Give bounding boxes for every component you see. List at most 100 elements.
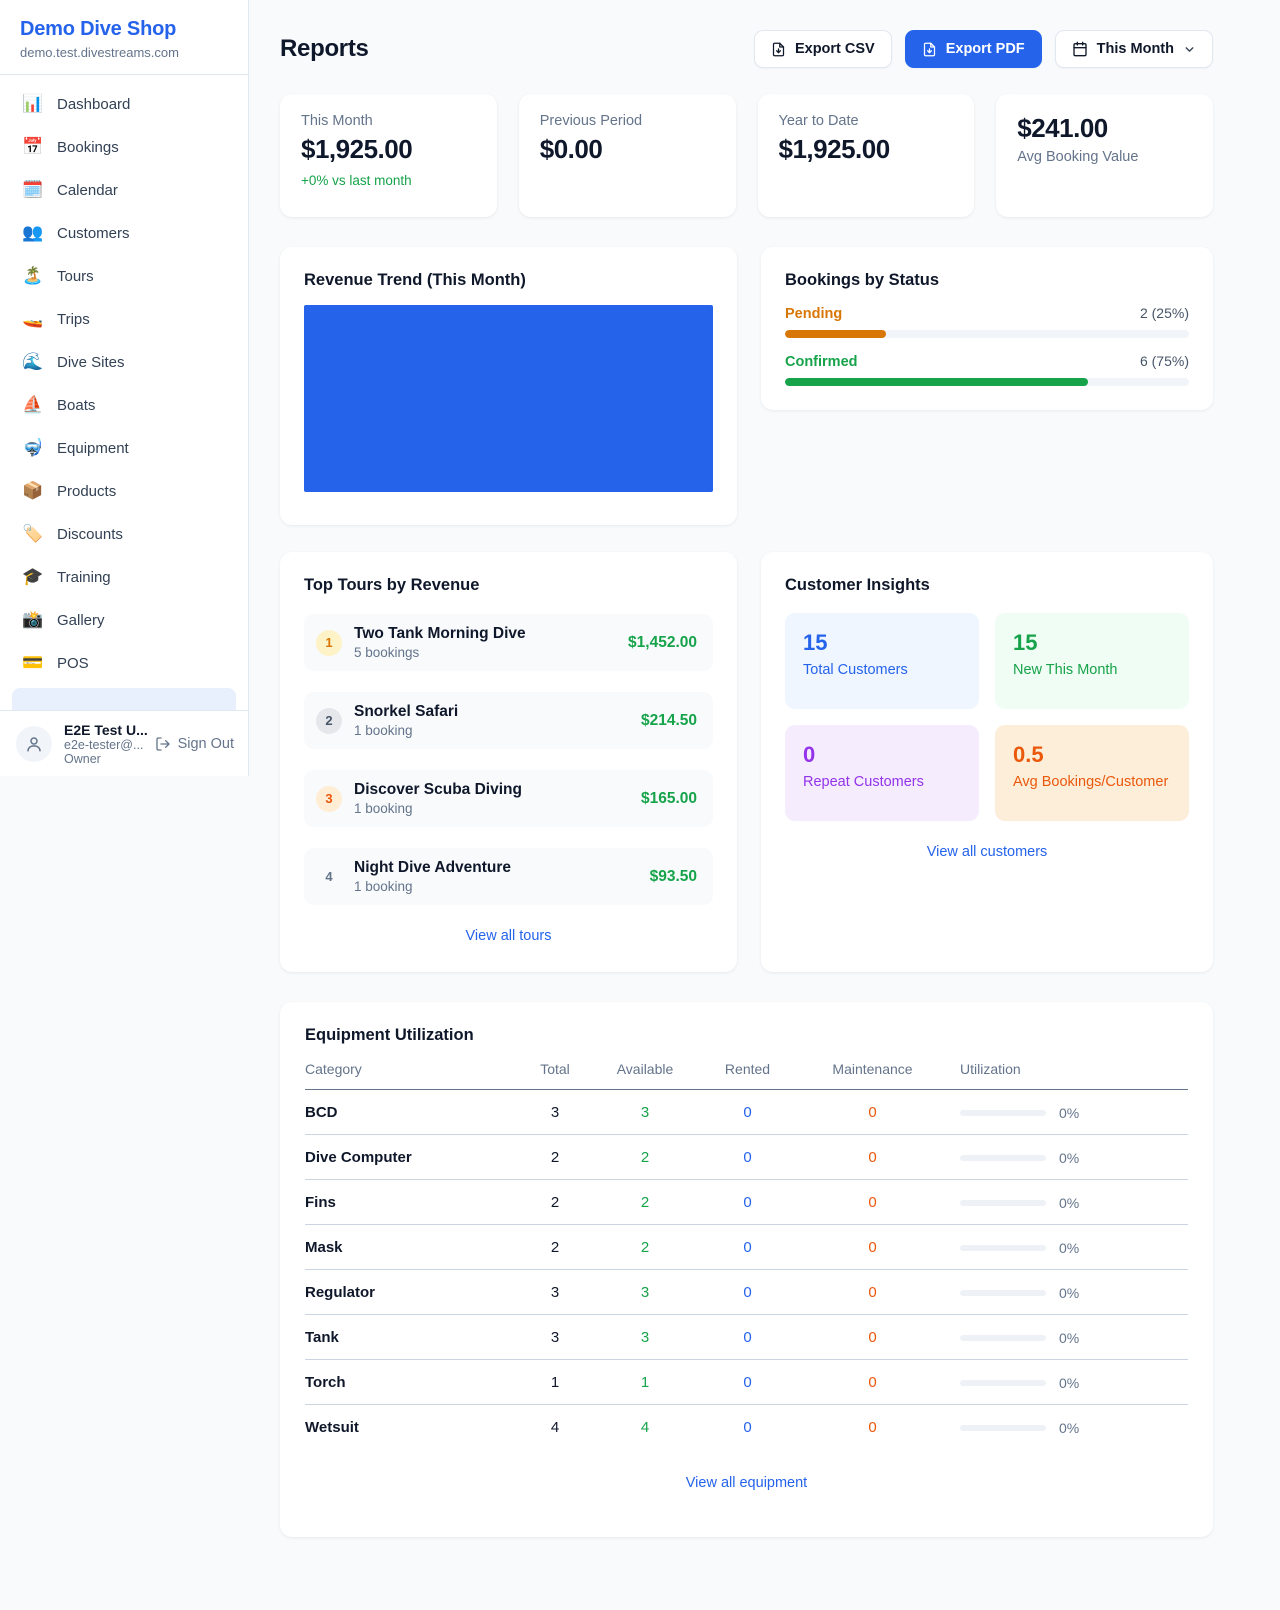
- stat-value: $1,925.00: [301, 134, 476, 165]
- sidebar-item[interactable]: 🤿 Equipment: [12, 429, 236, 467]
- equipment-category: Dive Computer: [305, 1135, 520, 1180]
- col-available: Available: [590, 1061, 700, 1090]
- stat-value: $0.00: [540, 134, 715, 165]
- sidebar-item[interactable]: 📅 Bookings: [12, 128, 236, 166]
- file-download-icon: [771, 42, 786, 57]
- person-icon: [25, 735, 43, 753]
- page-header: Reports Export CSV Export PDF This Month: [280, 30, 1213, 68]
- sidebar-item[interactable]: 🗓️ Calendar: [12, 171, 236, 209]
- equipment-available: 2: [590, 1135, 700, 1180]
- tour-row[interactable]: 4 Night Dive Adventure 1 booking $93.50: [304, 848, 713, 905]
- sidebar-item[interactable]: 📸 Gallery: [12, 601, 236, 639]
- utilization-progress-track: [960, 1380, 1046, 1386]
- insight-tile: 15 Total Customers: [785, 613, 979, 709]
- view-all-customers-link[interactable]: View all customers: [785, 844, 1189, 860]
- utilization-percent: 0%: [1059, 1195, 1079, 1211]
- equipment-table: Category Total Available Rented Maintena…: [305, 1061, 1188, 1449]
- export-csv-button[interactable]: Export CSV: [754, 30, 892, 68]
- equipment-rented: 0: [700, 1405, 795, 1450]
- revenue-trend-title: Revenue Trend (This Month): [304, 271, 713, 290]
- insight-label: Total Customers: [803, 662, 961, 678]
- sidebar-item-label: Gallery: [57, 612, 105, 629]
- shop-name: Demo Dive Shop: [20, 18, 228, 41]
- tour-name: Night Dive Adventure: [354, 859, 638, 877]
- sidebar-item[interactable]: 📊 Dashboard: [12, 85, 236, 123]
- insight-label: Avg Bookings/Customer: [1013, 774, 1171, 790]
- sidebar-item[interactable]: 🏷️ Discounts: [12, 515, 236, 553]
- tour-meta: Night Dive Adventure 1 booking: [354, 859, 638, 894]
- sidebar-item-icon: 🏝️: [22, 266, 44, 286]
- utilization-progress-track: [960, 1110, 1046, 1116]
- col-maintenance: Maintenance: [795, 1061, 950, 1090]
- sign-out-button[interactable]: Sign Out: [155, 736, 234, 752]
- period-selector[interactable]: This Month: [1055, 30, 1213, 68]
- active-nav-item-partial[interactable]: [12, 688, 236, 710]
- main-content: Reports Export CSV Export PDF This Month: [280, 0, 1213, 1537]
- sidebar-item[interactable]: 🌊 Dive Sites: [12, 343, 236, 381]
- sidebar-item[interactable]: 💳 POS: [12, 644, 236, 682]
- sidebar-item-icon: 👥: [22, 223, 44, 243]
- sidebar-item-icon: 🌊: [22, 352, 44, 372]
- utilization-percent: 0%: [1059, 1330, 1079, 1346]
- insight-tile: 15 New This Month: [995, 613, 1189, 709]
- sidebar-item-icon: 🤿: [22, 438, 44, 458]
- rank-badge: 4: [316, 864, 342, 890]
- bookings-by-status-title: Bookings by Status: [785, 271, 1189, 290]
- equipment-category: BCD: [305, 1090, 520, 1135]
- equipment-category: Torch: [305, 1360, 520, 1405]
- equipment-available: 2: [590, 1225, 700, 1270]
- utilization-percent: 0%: [1059, 1150, 1079, 1166]
- col-utilization: Utilization: [950, 1061, 1188, 1090]
- view-all-tours-link[interactable]: View all tours: [304, 928, 713, 944]
- equipment-maintenance: 0: [795, 1225, 950, 1270]
- equipment-available: 3: [590, 1315, 700, 1360]
- insight-tiles: 15 Total Customers 15 New This Month 0 R…: [785, 613, 1189, 821]
- sidebar-item[interactable]: ⛵ Boats: [12, 386, 236, 424]
- customer-insights-title: Customer Insights: [785, 576, 1189, 595]
- utilization-cell: 0%: [950, 1150, 1188, 1166]
- tour-row[interactable]: 1 Two Tank Morning Dive 5 bookings $1,45…: [304, 614, 713, 671]
- sidebar-item-label: POS: [57, 655, 89, 672]
- sidebar-item[interactable]: 🚤 Trips: [12, 300, 236, 338]
- utilization-cell: 0%: [950, 1195, 1188, 1211]
- sidebar-item[interactable]: 🎓 Training: [12, 558, 236, 596]
- tour-row[interactable]: 3 Discover Scuba Diving 1 booking $165.0…: [304, 770, 713, 827]
- view-all-equipment-link[interactable]: View all equipment: [305, 1475, 1188, 1491]
- sidebar-item[interactable]: 👥 Customers: [12, 214, 236, 252]
- utilization-cell: 0%: [950, 1330, 1188, 1346]
- stat-value: $241.00: [1017, 113, 1192, 144]
- sidebar-item-icon: 💳: [22, 653, 44, 673]
- revenue-trend-chart: [304, 305, 713, 492]
- status-progress-fill: [785, 330, 886, 338]
- status-count: 6 (75%): [1140, 353, 1189, 369]
- stat-label: Previous Period: [540, 113, 715, 129]
- insight-label: New This Month: [1013, 662, 1171, 678]
- equipment-available: 3: [590, 1090, 700, 1135]
- utilization-percent: 0%: [1059, 1240, 1079, 1256]
- stat-card: This Month $1,925.00 +0% vs last month: [280, 94, 497, 217]
- equipment-category: Fins: [305, 1180, 520, 1225]
- tour-row[interactable]: 2 Snorkel Safari 1 booking $214.50: [304, 692, 713, 749]
- sidebar-item[interactable]: 📦 Products: [12, 472, 236, 510]
- user-info: E2E Test U... e2e-tester@... Owner: [64, 722, 143, 766]
- status-progress-track: [785, 378, 1189, 386]
- sidebar-item-icon: 📅: [22, 137, 44, 157]
- user-email: e2e-tester@...: [64, 738, 143, 752]
- utilization-percent: 0%: [1059, 1375, 1079, 1391]
- sidebar-item-label: Dashboard: [57, 96, 130, 113]
- sidebar-item-label: Tours: [57, 268, 94, 285]
- utilization-cell: 0%: [950, 1105, 1188, 1121]
- sidebar-item[interactable]: 🏝️ Tours: [12, 257, 236, 295]
- equipment-maintenance: 0: [795, 1360, 950, 1405]
- top-tours-card: Top Tours by Revenue 1 Two Tank Morning …: [280, 552, 737, 972]
- tour-bookings: 1 booking: [354, 879, 638, 894]
- utilization-cell: 0%: [950, 1375, 1188, 1391]
- rank-badge: 1: [316, 630, 342, 656]
- equipment-rented: 0: [700, 1090, 795, 1135]
- stat-value: $1,925.00: [779, 134, 954, 165]
- equipment-available: 2: [590, 1180, 700, 1225]
- export-pdf-button[interactable]: Export PDF: [905, 30, 1042, 68]
- customer-insights-card: Customer Insights 15 Total Customers 15 …: [761, 552, 1213, 972]
- sign-out-icon: [155, 736, 171, 752]
- status-progress-fill: [785, 378, 1088, 386]
